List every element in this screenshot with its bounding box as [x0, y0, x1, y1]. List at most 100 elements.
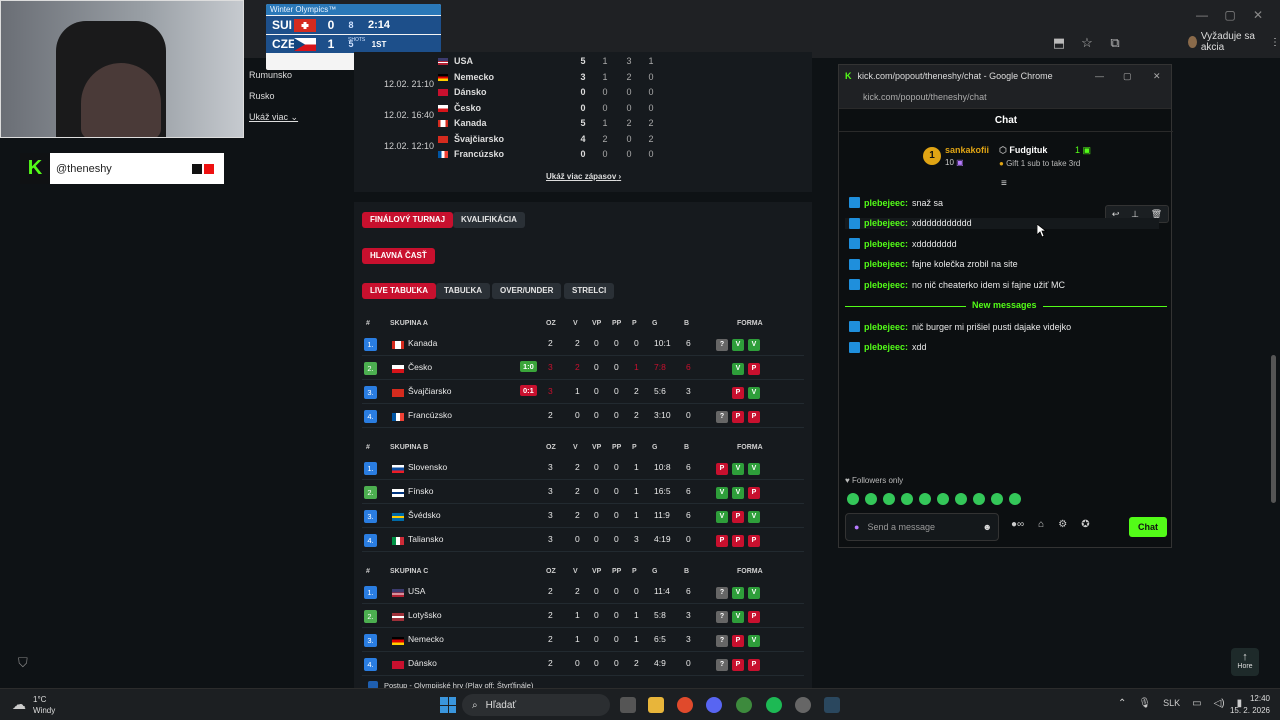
form-badge[interactable]: ? [716, 411, 728, 423]
match-team[interactable]: Švajčiarsko [454, 134, 504, 144]
header-oz[interactable]: OZ [546, 568, 556, 575]
emote-icon[interactable] [847, 493, 859, 505]
form-badge[interactable]: V [732, 611, 744, 623]
table-row[interactable]: 2. Fínsko 3 2 0 0 1 16:5 6 V V P [362, 482, 804, 504]
header-oz[interactable]: OZ [546, 320, 556, 327]
header-b[interactable]: B [684, 320, 689, 327]
form-badge[interactable]: ? [716, 611, 728, 623]
shield-icon[interactable]: ⛉ [18, 655, 36, 673]
close-icon[interactable]: ✕ [1153, 71, 1161, 82]
table-row[interactable]: 1. Kanada 2 2 0 0 0 10:1 6? V V [362, 334, 804, 356]
header-pp[interactable]: PP [612, 568, 621, 575]
group-name[interactable]: SKUPINA C [390, 568, 428, 575]
form-badge[interactable]: P [748, 363, 760, 375]
header-g[interactable]: G [652, 444, 657, 451]
file-explorer-icon[interactable] [648, 697, 664, 713]
emote-icon[interactable] [991, 493, 1003, 505]
form-badge[interactable]: P [732, 659, 744, 671]
header-v[interactable]: V [573, 320, 578, 327]
header-pp[interactable]: PP [612, 320, 621, 327]
emote-icon[interactable] [973, 493, 985, 505]
menu-dots-icon[interactable]: ⋮ [1270, 37, 1280, 48]
chrome-canary-icon[interactable] [736, 697, 752, 713]
team-name[interactable]: Švajčiarsko [408, 386, 451, 396]
header-b[interactable]: B [684, 568, 689, 575]
form-badge[interactable]: P [732, 387, 744, 399]
clock-date[interactable]: 15. 2. 2026 [1222, 706, 1270, 715]
header-g[interactable]: G [652, 320, 657, 327]
chevron-up-icon[interactable]: ⌃ [1118, 698, 1126, 709]
table-row[interactable]: 2. Lotyšsko 2 1 0 0 1 5:8 3? V P [362, 606, 804, 628]
form-badge[interactable]: V [732, 487, 744, 499]
header-vp[interactable]: VP [592, 320, 601, 327]
header-rank[interactable]: # [366, 320, 370, 327]
maximize-icon[interactable]: ▢ [1216, 8, 1244, 22]
language-indicator[interactable]: SLK [1163, 698, 1180, 709]
tab-over-under[interactable]: OVER/UNDER [492, 283, 562, 299]
leaderboard-user[interactable]: sankakofii [945, 145, 989, 155]
form-badge[interactable]: P [732, 411, 744, 423]
form-badge[interactable]: V [732, 587, 744, 599]
chat-url-bar[interactable]: kick.com/popout/theneshy/chat [839, 87, 1171, 109]
group-name[interactable]: SKUPINA B [390, 444, 428, 451]
form-badge[interactable]: P [732, 511, 744, 523]
form-badge[interactable]: ? [716, 635, 728, 647]
network-icon[interactable]: ▭ [1192, 698, 1201, 709]
close-icon[interactable]: ✕ [1244, 8, 1272, 22]
more-matches-link[interactable]: Ukáž viac zápasov › [546, 172, 621, 181]
chat-message[interactable]: plebejeec: snaž sa [849, 197, 943, 208]
form-badge[interactable]: P [732, 635, 744, 647]
chat-username[interactable]: plebejeec: [864, 218, 908, 228]
match-team[interactable]: Česko [454, 103, 481, 113]
chat-message[interactable]: plebejeec: xddddddddddd [845, 217, 1159, 229]
chat-send-button[interactable]: Chat [1129, 517, 1167, 537]
match-team[interactable]: Dánsko [454, 87, 487, 97]
form-badge[interactable]: V [748, 339, 760, 351]
team-name[interactable]: Česko [408, 362, 432, 372]
header-v[interactable]: V [573, 568, 578, 575]
obs-icon[interactable] [795, 697, 811, 713]
table-row[interactable]: 3. Švajčiarsko 0:1 3 1 0 0 2 5:6 3 P V [362, 382, 804, 404]
emote-icon[interactable] [937, 493, 949, 505]
emote-icon[interactable] [1009, 493, 1021, 505]
microphone-icon[interactable]: ● [854, 522, 859, 532]
maximize-icon[interactable]: ▢ [1123, 71, 1132, 82]
team-name[interactable]: Švédsko [408, 510, 441, 520]
form-badge[interactable]: V [748, 387, 760, 399]
emote-icon[interactable] [955, 493, 967, 505]
team-name[interactable]: Fínsko [408, 486, 434, 496]
chat-message[interactable]: plebejeec: xdddddddd [849, 238, 957, 250]
team-name[interactable]: USA [408, 586, 425, 596]
header-rank[interactable]: # [366, 568, 370, 575]
side-item[interactable]: Rusko [249, 91, 298, 112]
chat-input[interactable]: ● Send a message ☻ [845, 513, 999, 541]
team-name[interactable]: Nemecko [408, 634, 444, 644]
form-badge[interactable]: P [748, 659, 760, 671]
chat-username[interactable]: plebejeec: [864, 198, 908, 208]
team-name[interactable]: Francúzsko [408, 410, 452, 420]
scrollbar[interactable] [1271, 355, 1276, 503]
emote-icon[interactable] [919, 493, 931, 505]
form-badge[interactable]: V [732, 363, 744, 375]
back-to-top-button[interactable]: ↑ Hore [1231, 648, 1259, 676]
emoji-icon[interactable]: ☻ [983, 522, 998, 532]
tab-final-tournament[interactable]: FINÁLOVÝ TURNAJ [362, 212, 454, 228]
form-badge[interactable]: V [748, 511, 760, 523]
table-row[interactable]: 4. Taliansko 3 0 0 0 3 4:19 0 P P P [362, 530, 804, 552]
form-badge[interactable]: P [732, 535, 744, 547]
header-v[interactable]: V [573, 444, 578, 451]
chat-message[interactable]: plebejeec: nič burger mi prišiel pusti d… [849, 321, 1071, 332]
minimize-icon[interactable]: — [1095, 71, 1104, 81]
store-icon[interactable]: ⌂ [1038, 519, 1044, 530]
task-view-icon[interactable] [620, 697, 636, 713]
tab-table[interactable]: TABUĽKA [436, 283, 491, 299]
side-item[interactable]: Rumunsko [249, 70, 298, 91]
tab-live-table[interactable]: LIVE TABUĽKA [362, 283, 437, 299]
bookmark-star-icon[interactable]: ☆ [1078, 35, 1096, 51]
tab-main-part[interactable]: HLAVNÁ ČASŤ [362, 248, 435, 264]
extensions-icon[interactable]: ⧉ [1106, 35, 1124, 51]
emote-icon[interactable] [901, 493, 913, 505]
table-row[interactable]: 4. Dánsko 2 0 0 0 2 4:9 0? P P [362, 654, 804, 676]
weather-icon[interactable]: ☁ [12, 696, 26, 713]
table-row[interactable]: 1. USA 2 2 0 0 0 11:4 6? V V [362, 582, 804, 604]
